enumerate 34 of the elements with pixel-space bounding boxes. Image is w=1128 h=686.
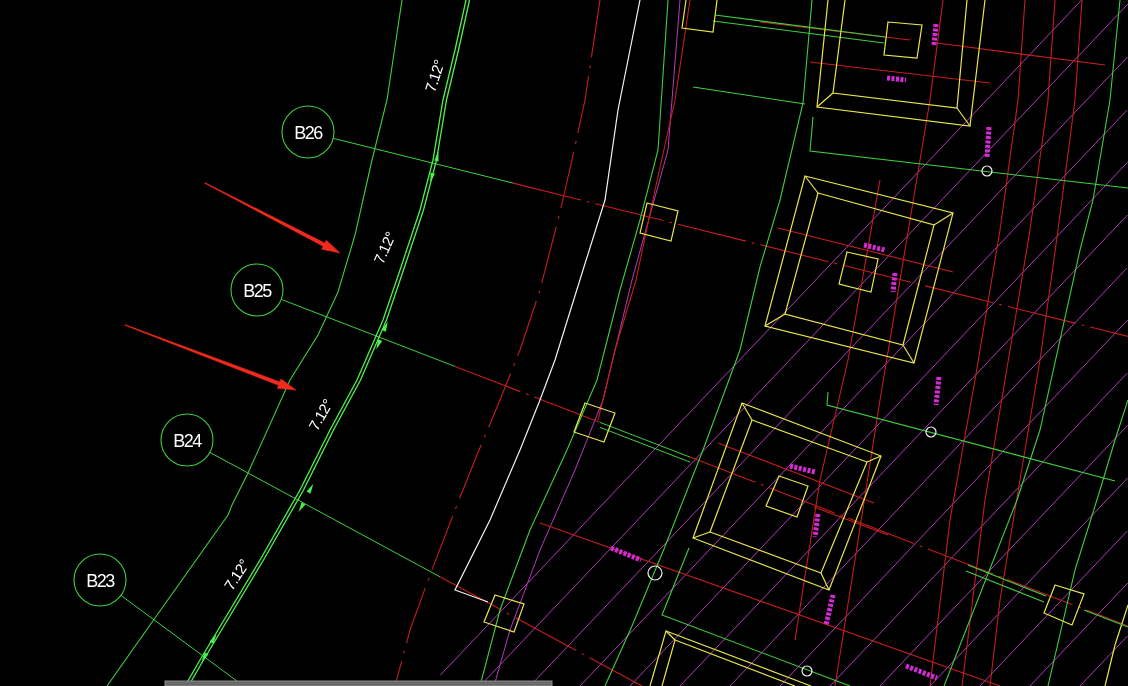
blurred-note-icon <box>984 126 992 159</box>
axis-bubble <box>230 263 284 317</box>
pile-cap-outline <box>483 594 525 633</box>
blurred-note-icon <box>890 272 898 293</box>
blurred-note-icon <box>812 513 821 538</box>
point-marker-icon <box>801 665 813 677</box>
pile-cap-outline <box>573 402 616 443</box>
axis-bubble <box>281 105 335 159</box>
column-outline <box>838 251 879 293</box>
blurred-note-icon <box>886 75 907 83</box>
axis-bubble <box>73 553 127 607</box>
blurred-note-icon <box>931 23 939 46</box>
blurred-note-icon <box>863 242 886 253</box>
axis-label: B25 <box>243 280 271 301</box>
axis-bubble <box>160 413 214 467</box>
pile-cap-outline <box>681 0 718 33</box>
axis-label: B23 <box>86 570 114 591</box>
pile-cap-outline <box>1043 584 1085 626</box>
pile-cap-outline <box>639 202 679 242</box>
point-marker-icon <box>647 565 663 581</box>
column-outline <box>765 475 809 518</box>
scroll-bar[interactable] <box>164 680 553 686</box>
pile-cap-outline <box>883 21 923 59</box>
point-marker-icon <box>925 426 937 438</box>
blurred-note-icon <box>789 463 816 475</box>
axis-label: B26 <box>294 122 322 143</box>
blurred-note-icon <box>823 594 836 626</box>
blurred-note-icon <box>933 376 942 406</box>
angle-dimension-label: 7.12° <box>421 57 448 94</box>
blurred-note-icon <box>610 545 642 563</box>
axis-label: B24 <box>173 430 201 451</box>
angle-dimension-label: 7.12° <box>370 229 399 267</box>
blurred-note-icon <box>905 663 938 681</box>
point-marker-icon <box>981 165 993 177</box>
